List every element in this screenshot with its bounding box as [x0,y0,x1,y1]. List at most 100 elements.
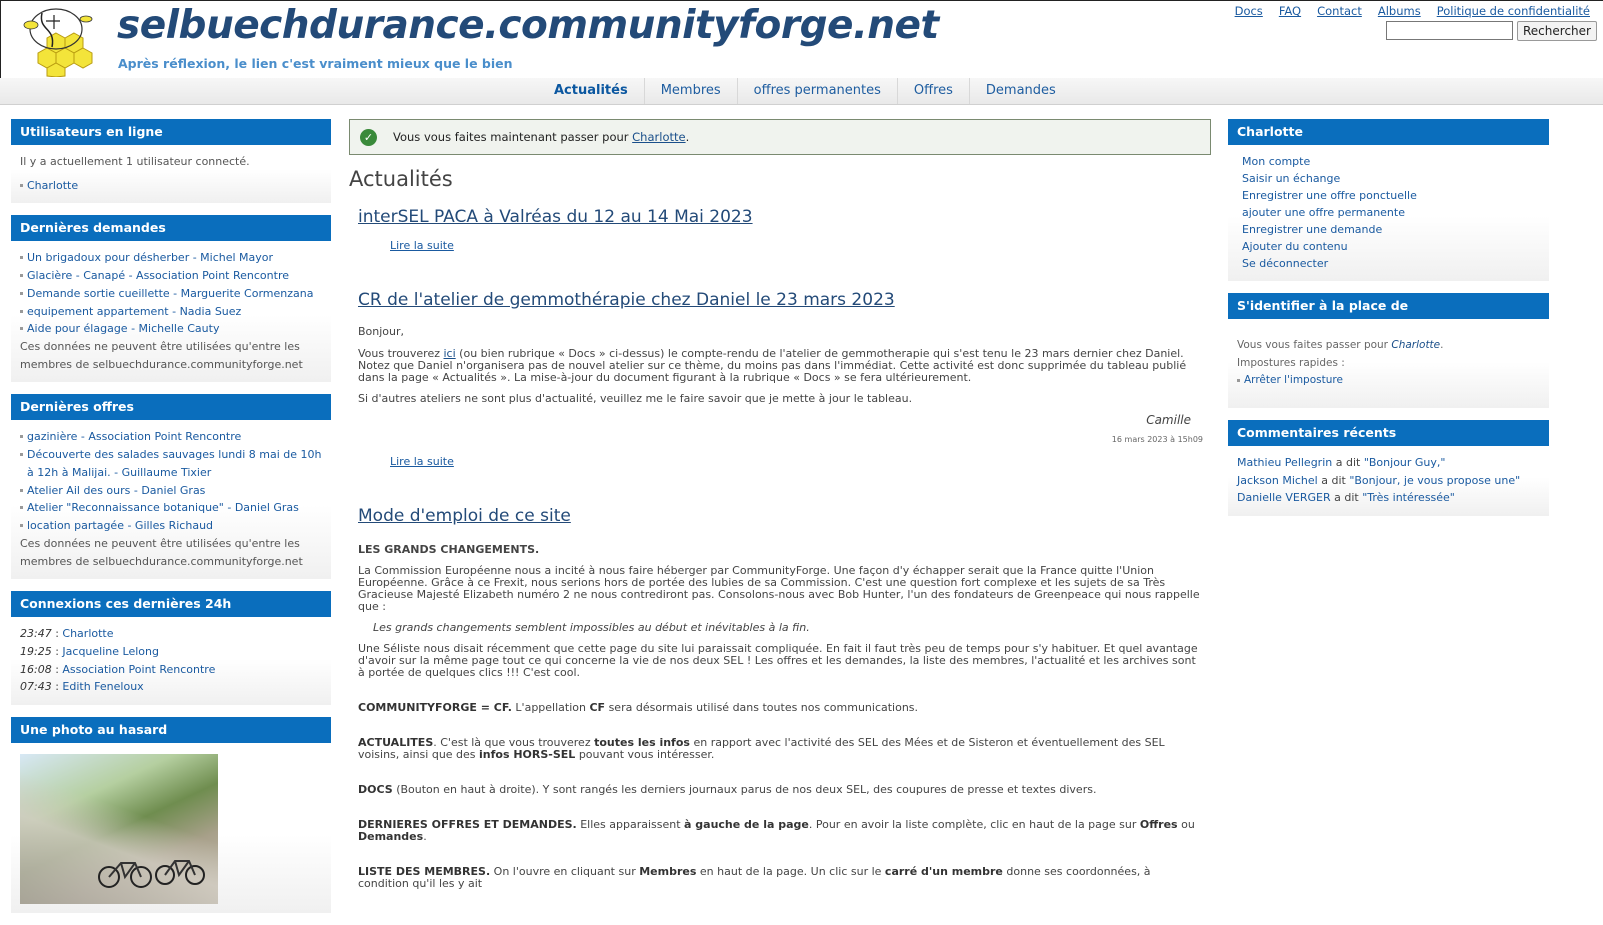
nav-item-offres-permanentes: offres permanentes [736,78,897,104]
bicycle-icon [98,860,205,889]
nav-item-membres: Membres [643,78,737,104]
recent-connections-block: Connexions ces dernières 24h 23:47 : Cha… [11,591,331,706]
comment-link[interactable]: "Très intéressée" [1362,491,1455,504]
secondary-menu-privacy[interactable]: Politique de confidentialité [1437,4,1590,18]
list-item: Arrêter l'imposture [1237,372,1540,390]
list-item: Mathieu Pellegrin a dit "Bonjour Guy," [1237,455,1446,469]
nav-link-demandes[interactable]: Demandes [986,83,1056,98]
offer-link[interactable]: gazinière - Association Point Rencontre [27,430,241,443]
comment-link[interactable]: "Bonjour, je vous propose une" [1349,474,1520,487]
article-title-link[interactable]: CR de l'atelier de gemmothérapie chez Da… [358,290,895,310]
connection-user-link[interactable]: Jacqueline Lelong [62,645,159,658]
secondary-menu-faq[interactable]: FAQ [1279,4,1301,18]
list-item: ajouter une offre permanente [1237,204,1540,221]
demand-link[interactable]: equipement appartement - Nadia Suez [27,305,241,318]
block-title-latest-demands: Dernières demandes [11,215,331,242]
block-title-recent-connections: Connexions ces dernières 24h [11,591,331,618]
list-item: Un brigadoux pour désherber - Michel May… [20,249,322,267]
add-permanent-offer-link[interactable]: ajouter une offre permanente [1242,206,1405,219]
offer-link[interactable]: Découverte des salades sauvages lundi 8 … [27,448,322,479]
site-slogan: Après réflexion, le lien c'est vraiment … [118,56,513,71]
search-input[interactable] [1386,21,1513,40]
list-item: Découverte des salades sauvages lundi 8 … [20,446,322,482]
online-users-block: Utilisateurs en ligne Il y a actuellemen… [11,119,331,204]
list-item: Enregistrer une demande [1237,221,1540,238]
latest-offers-block: Dernières offres gazinière - Association… [11,394,331,580]
right-sidebar: Charlotte Mon compte Saisir un échange E… [1228,119,1549,528]
search-button[interactable]: Rechercher [1517,21,1597,41]
random-photo[interactable] [20,754,218,905]
demand-link[interactable]: Un brigadoux pour désherber - Michel May… [27,251,273,264]
article-title-link[interactable]: interSEL PACA à Valréas du 12 au 14 Mai … [358,207,753,227]
status-text: Vous vous faites maintenant passer pour … [393,130,690,144]
site-header: selbuechdurance.communityforge.net Après… [0,0,1603,79]
block-title-user: Charlotte [1228,119,1549,145]
secondary-menu-albums[interactable]: Albums [1378,4,1421,18]
connection-time: 23:47 [20,627,52,641]
article-text: COMMUNITYFORGE = CF. L'appellation CF se… [358,701,919,714]
news-article: CR de l'atelier de gemmothérapie chez Da… [358,290,1203,468]
status-user-link[interactable]: Charlotte [632,130,685,144]
random-photo-block: Une photo au hasard [11,717,331,914]
nav-link-offres-permanentes[interactable]: offres permanentes [754,83,881,98]
nav-link-actualites[interactable]: Actualités [554,83,628,98]
left-sidebar: Utilisateurs en ligne Il y a actuellemen… [11,119,331,925]
add-demand-link[interactable]: Enregistrer une demande [1242,223,1382,236]
list-item: Charlotte [20,177,322,195]
nav-link-offres[interactable]: Offres [914,83,953,98]
list-item: gazinière - Association Point Rencontre [20,428,322,446]
connection-user-link[interactable]: Association Point Rencontre [62,663,215,676]
add-content-link[interactable]: Ajouter du contenu [1242,240,1348,253]
primary-nav: Actualités Membres offres permanentes Of… [0,78,1603,105]
add-one-time-offer-link[interactable]: Enregistrer une offre ponctuelle [1242,189,1417,202]
secondary-menu-docs[interactable]: Docs [1235,4,1263,18]
demand-link[interactable]: Aide pour élagage - Michelle Cauty [27,322,219,335]
block-title-latest-offers: Dernières offres [11,394,331,421]
read-more-link[interactable]: Lire la suite [390,239,1203,252]
offers-privacy-note: Ces données ne peuvent être utilisées qu… [20,537,303,568]
connection-user-link[interactable]: Edith Feneloux [62,680,143,693]
offer-link[interactable]: location partagée - Gilles Richaud [27,519,213,532]
comment-link[interactable]: "Bonjour Guy," [1364,456,1446,469]
user-menu-block: Charlotte Mon compte Saisir un échange E… [1228,119,1549,281]
secondary-menu-contact[interactable]: Contact [1317,4,1362,18]
demand-link[interactable]: Glacière - Canapé - Association Point Re… [27,269,289,282]
list-item: Atelier Ail des ours - Daniel Gras [20,482,322,500]
comment-author-link[interactable]: Jackson Michel [1237,474,1318,487]
article-title-link[interactable]: Mode d'emploi de ce site [358,506,571,526]
list-item: Jackson Michel a dit "Bonjour, je vous p… [1237,473,1521,487]
comment-author-link[interactable]: Danielle VERGER [1237,491,1331,504]
list-item: 19:25 : Jacqueline Lelong [20,644,159,658]
online-users-count: Il y a actuellement 1 utilisateur connec… [20,155,250,168]
demands-privacy-note: Ces données ne peuvent être utilisées qu… [20,340,303,371]
status-message: ✓ Vous vous faites maintenant passer pou… [349,119,1211,155]
list-item: Aide pour élagage - Michelle Cauty [20,320,322,338]
block-title-random-photo: Une photo au hasard [11,717,331,744]
site-logo[interactable] [16,7,104,78]
demand-link[interactable]: Demande sortie cueillette - Marguerite C… [27,287,313,300]
article-text: Si d'autres ateliers ne sont plus d'actu… [358,392,913,405]
read-more-link[interactable]: Lire la suite [390,455,1203,468]
masquerade-user-link[interactable]: Charlotte [1391,339,1440,351]
masquerade-status: Vous vous faites passer pour Charlotte. [1237,339,1444,351]
my-account-link[interactable]: Mon compte [1242,155,1310,168]
list-item: Atelier "Reconnaissance botanique" - Dan… [20,499,322,517]
site-name[interactable]: selbuechdurance.communityforge.net [117,3,939,48]
offer-link[interactable]: Atelier "Reconnaissance botanique" - Dan… [27,501,299,514]
recent-comments-block: Commentaires récents Mathieu Pellegrin a… [1228,419,1549,517]
list-item: location partagée - Gilles Richaud [20,517,322,535]
logout-link[interactable]: Se déconnecter [1242,257,1328,270]
comment-author-link[interactable]: Mathieu Pellegrin [1237,456,1332,469]
list-item: Ajouter du contenu [1237,238,1540,255]
nav-link-membres[interactable]: Membres [661,83,721,98]
online-user-link[interactable]: Charlotte [27,179,78,192]
enter-exchange-link[interactable]: Saisir un échange [1242,172,1340,185]
nav-item-demandes: Demandes [968,78,1072,104]
stop-masquerade-link[interactable]: Arrêter l'imposture [1244,374,1343,386]
page-title: Actualités [349,167,453,191]
latest-demands-block: Dernières demandes Un brigadoux pour dés… [11,215,331,383]
offer-link[interactable]: Atelier Ail des ours - Daniel Gras [27,484,205,497]
nav-item-offres: Offres [896,78,969,104]
article-signature: Camille [1146,413,1191,427]
connection-user-link[interactable]: Charlotte [62,627,113,640]
